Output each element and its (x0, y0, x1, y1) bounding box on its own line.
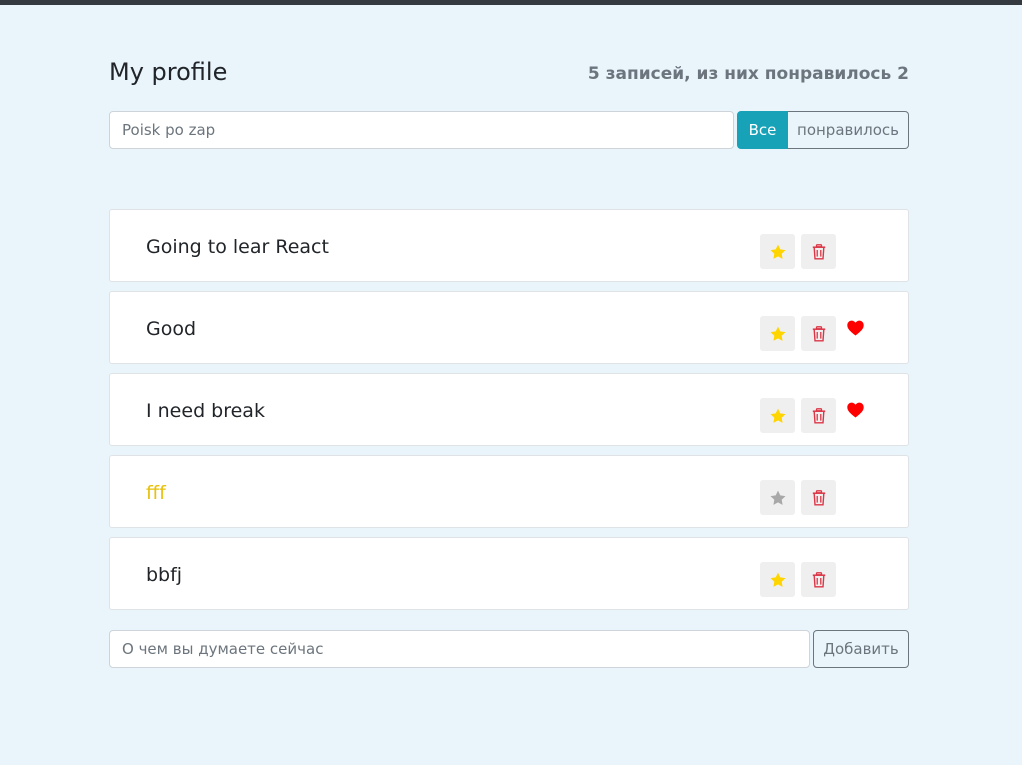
star-button[interactable] (760, 480, 795, 515)
filter-group: Все понравилось (737, 111, 909, 149)
filter-all-button[interactable]: Все (737, 111, 788, 149)
post-label[interactable]: fff (146, 482, 166, 504)
trash-icon (812, 243, 825, 259)
trash-icon (812, 325, 825, 341)
star-icon (770, 326, 785, 341)
delete-button[interactable] (801, 562, 836, 597)
filter-liked-button[interactable]: понравилось (788, 111, 909, 149)
star-button[interactable] (760, 398, 795, 433)
star-button[interactable] (760, 234, 795, 269)
trash-icon (812, 489, 825, 505)
posts-counter: 5 записей, из них понравилось 2 (587, 64, 909, 84)
star-icon (770, 244, 785, 259)
delete-button[interactable] (801, 480, 836, 515)
search-input[interactable] (109, 111, 734, 149)
trash-icon (812, 571, 825, 587)
post-item: I need break (109, 373, 909, 446)
post-item: Good (109, 291, 909, 364)
post-item: fff (109, 455, 909, 528)
add-post-form: Добавить (109, 630, 909, 668)
post-label[interactable]: I need break (146, 400, 265, 422)
post-item: Going to lear React (109, 209, 909, 282)
post-item: bbfj (109, 537, 909, 610)
star-icon (770, 490, 785, 505)
star-button[interactable] (760, 316, 795, 351)
trash-icon (812, 407, 825, 423)
star-icon (770, 572, 785, 587)
delete-button[interactable] (801, 398, 836, 433)
heart-icon (847, 402, 864, 418)
add-post-button[interactable]: Добавить (813, 630, 909, 668)
search-panel: Все понравилось (109, 111, 909, 149)
delete-button[interactable] (801, 316, 836, 351)
top-bar (0, 0, 1022, 5)
post-label[interactable]: Going to lear React (146, 236, 329, 258)
page-title: My profile (109, 58, 228, 86)
delete-button[interactable] (801, 234, 836, 269)
star-button[interactable] (760, 562, 795, 597)
new-post-input[interactable] (109, 630, 810, 668)
star-icon (770, 408, 785, 423)
app-header: My profile 5 записей, из них понравилось… (109, 58, 909, 92)
post-label[interactable]: Good (146, 318, 196, 340)
heart-icon (847, 320, 864, 336)
post-label[interactable]: bbfj (146, 564, 182, 586)
